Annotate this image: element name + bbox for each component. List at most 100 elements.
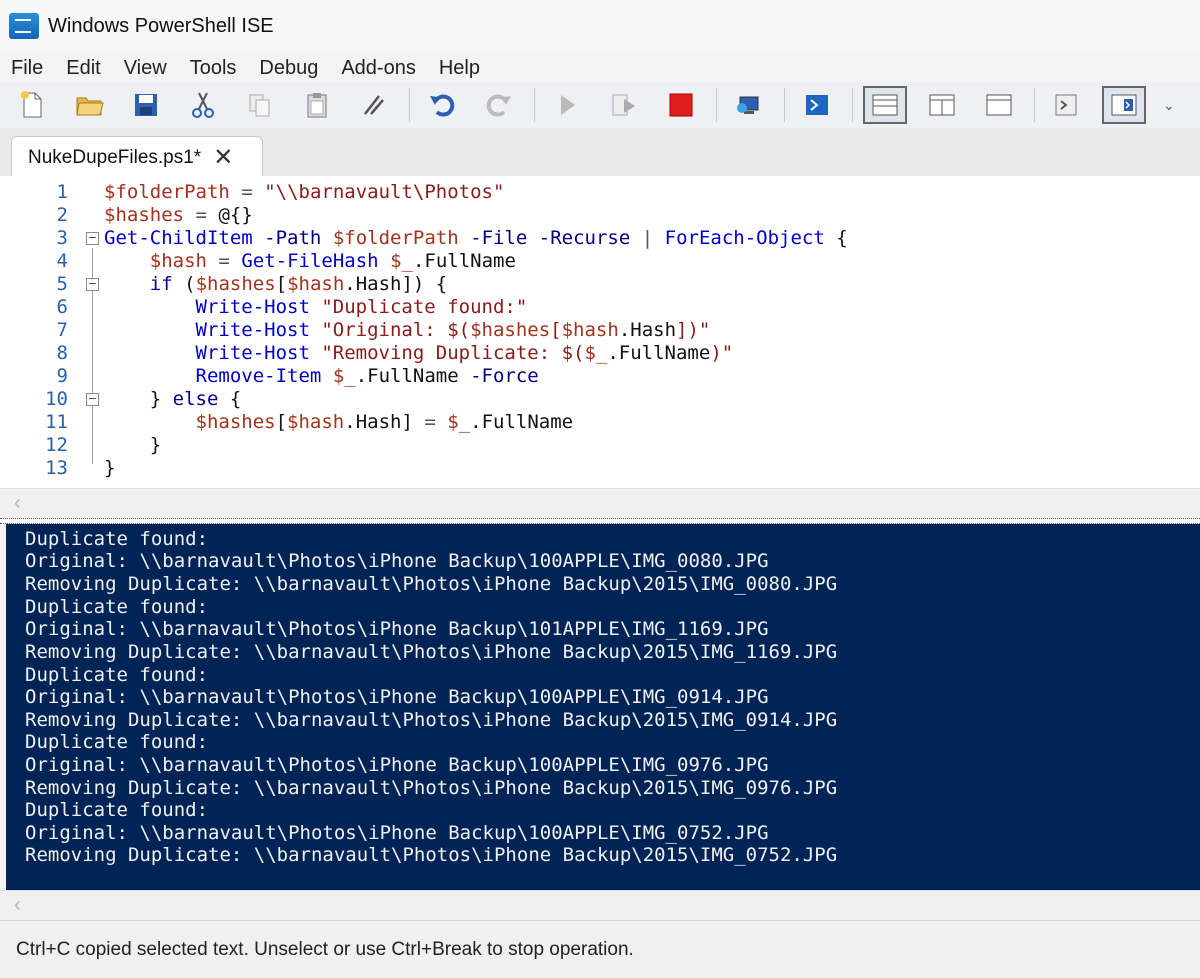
line-number: 13 (45, 457, 68, 479)
toolbar: ⌄ (0, 82, 1200, 128)
code-line: 13} (0, 457, 1200, 480)
console-line: Removing Duplicate: \\barnavault\Photos\… (25, 641, 838, 663)
scroll-left-icon[interactable]: ‹ (14, 894, 21, 917)
code-line: 2 $hashes = @{} (0, 204, 1200, 227)
toolbar-separator (409, 88, 410, 122)
show-script-pane-right-button[interactable] (920, 86, 964, 124)
new-remote-tab-button[interactable] (727, 86, 771, 124)
line-number: 9 (56, 365, 68, 387)
console-line: Duplicate found: (25, 799, 209, 821)
line-number: 3 (56, 227, 68, 249)
code-line: 4 $hash = Get-FileHash $_.FullName (0, 250, 1200, 273)
console-line: Duplicate found: (25, 731, 209, 753)
menu-view[interactable]: View (113, 57, 179, 80)
console-horizontal-scrollbar[interactable]: ‹ (0, 890, 1200, 920)
save-icon (135, 94, 157, 116)
run-selection-icon (612, 94, 635, 116)
code-line: 11 $hashes[$hash.Hash] = $_.FullName (0, 411, 1200, 434)
run-script-icon (561, 95, 575, 115)
show-script-pane-maximized-button[interactable] (977, 86, 1021, 124)
save-button[interactable] (124, 86, 168, 124)
console-line: Removing Duplicate: \\barnavault\Photos\… (25, 709, 838, 731)
show-command-addon-icon (1111, 94, 1137, 116)
menu-file[interactable]: File (0, 57, 55, 80)
line-number: 11 (45, 411, 68, 433)
scroll-left-icon[interactable]: ‹ (14, 492, 21, 515)
open-button[interactable] (67, 86, 111, 124)
line-number: 2 (56, 204, 68, 226)
code-line: 7 Write-Host "Original: $($hashes[$hash.… (0, 319, 1200, 342)
script-editor[interactable]: 1 $folderPath = "\\barnavault\Photos" 2 $h… (0, 176, 1200, 488)
clear-pane-icon (364, 95, 384, 115)
start-powershell-button[interactable] (795, 86, 839, 124)
console-line: Original: \\barnavault\Photos\iPhone Bac… (25, 822, 769, 844)
toolbar-separator (1034, 88, 1035, 122)
show-command-addon-button[interactable] (1102, 86, 1146, 124)
code-line: 5− if ($hashes[$hash.Hash]) { (0, 273, 1200, 296)
toolbar-overflow-icon[interactable]: ⌄ (1163, 97, 1175, 114)
menu-tools[interactable]: Tools (179, 57, 249, 80)
tab-label: NukeDupeFiles.ps1* (28, 146, 202, 168)
paste-button[interactable] (295, 86, 339, 124)
line-number: 4 (56, 250, 68, 272)
line-number: 12 (45, 434, 68, 456)
stop-button[interactable] (659, 86, 703, 124)
new-file-button[interactable] (10, 86, 54, 124)
undo-button[interactable] (420, 86, 464, 124)
console-line: Duplicate found: (25, 596, 209, 618)
script-pane-right-icon (929, 94, 955, 116)
new-file-icon (21, 91, 42, 118)
toolbar-separator (784, 88, 785, 122)
code-line: 8 Write-Host "Removing Duplicate: $($_.F… (0, 342, 1200, 365)
toolbar-separator (716, 88, 717, 122)
code-line: 12 } (0, 434, 1200, 457)
cut-button[interactable] (181, 86, 225, 124)
collapse-icon[interactable]: − (86, 393, 99, 406)
console-pane[interactable]: Duplicate found: Original: \\barnavault\… (6, 524, 1200, 890)
console-line: Original: \\barnavault\Photos\iPhone Bac… (25, 686, 769, 708)
clear-console-button[interactable] (352, 86, 396, 124)
toolbar-separator (852, 88, 853, 122)
editor-horizontal-scrollbar[interactable]: ‹ (0, 488, 1200, 518)
window-title: Windows PowerShell ISE (48, 14, 274, 37)
code-line: 6 Write-Host "Duplicate found:" (0, 296, 1200, 319)
show-command-window-icon (1055, 94, 1077, 116)
collapse-icon[interactable]: − (86, 232, 99, 245)
console-line: Removing Duplicate: \\barnavault\Photos\… (25, 844, 838, 866)
line-number: 1 (56, 181, 68, 203)
menu-help[interactable]: Help (428, 57, 492, 80)
line-number: 10 (45, 388, 68, 410)
title-bar: Windows PowerShell ISE (0, 0, 1200, 52)
console-line: Duplicate found: (25, 528, 209, 550)
paste-icon (307, 93, 327, 118)
run-selection-button[interactable] (602, 86, 646, 124)
close-icon[interactable]: ✕ (213, 145, 233, 170)
redo-button[interactable] (477, 86, 521, 124)
code-line: 3− Get-ChildItem -Path $folderPath -File … (0, 227, 1200, 250)
line-number: 5 (56, 273, 68, 295)
collapse-icon[interactable]: − (86, 278, 99, 291)
redo-icon (486, 94, 511, 117)
menu-bar: File Edit View Tools Debug Add-ons Help (0, 54, 1200, 82)
menu-debug[interactable]: Debug (248, 57, 330, 80)
status-message: Ctrl+C copied selected text. Unselect or… (16, 938, 634, 960)
code-line: 1 $folderPath = "\\barnavault\Photos" (0, 181, 1200, 204)
menu-addons[interactable]: Add-ons (330, 57, 428, 80)
powershell-console-icon (806, 95, 828, 115)
tab-nukedupefiles[interactable]: NukeDupeFiles.ps1* ✕ (11, 136, 263, 178)
console-line: Removing Duplicate: \\barnavault\Photos\… (25, 573, 838, 595)
script-pane-maximized-icon (986, 94, 1012, 116)
line-number: 7 (56, 319, 68, 341)
powershell-app-icon (9, 13, 39, 39)
line-number: 6 (56, 296, 68, 318)
code-line: 10− } else { (0, 388, 1200, 411)
run-script-button[interactable] (545, 86, 589, 124)
toolbar-separator (534, 88, 535, 122)
undo-icon (430, 94, 455, 117)
show-script-pane-top-button[interactable] (863, 86, 907, 124)
copy-button[interactable] (238, 86, 282, 124)
console-line: Original: \\barnavault\Photos\iPhone Bac… (25, 618, 769, 640)
status-bar: Ctrl+C copied selected text. Unselect or… (0, 920, 1200, 978)
menu-edit[interactable]: Edit (55, 57, 112, 80)
show-command-window-button[interactable] (1045, 86, 1089, 124)
